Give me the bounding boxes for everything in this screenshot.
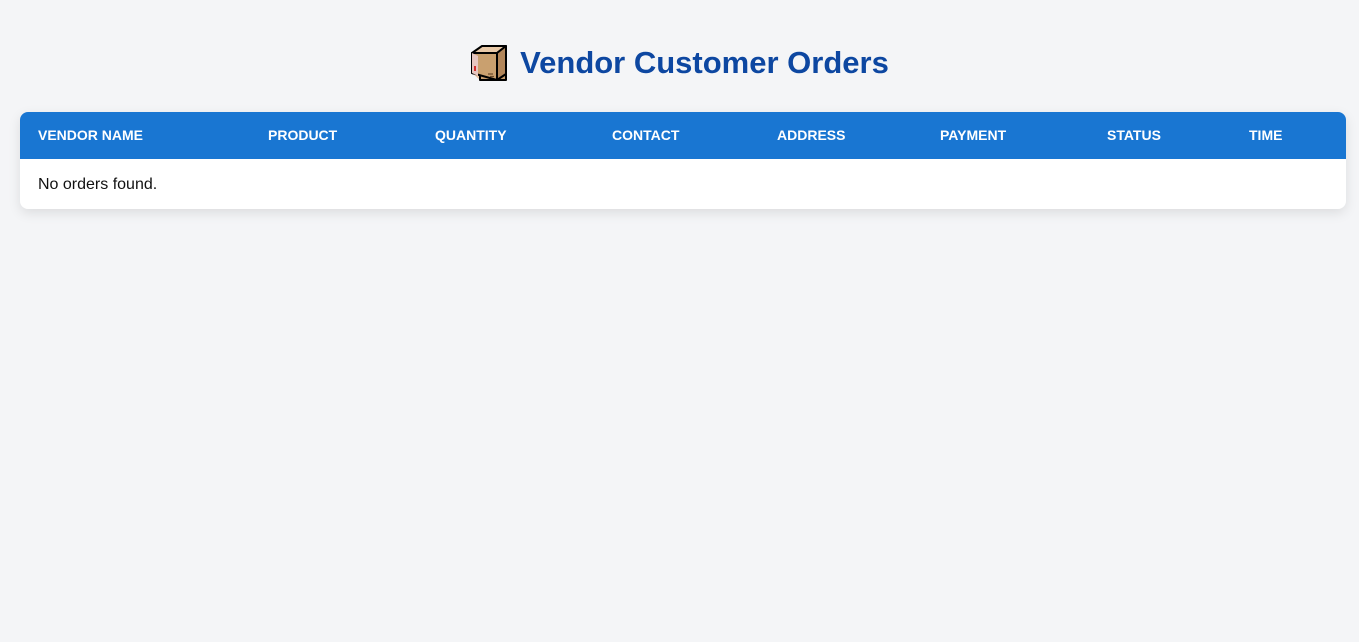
column-header-time: TIME: [1249, 127, 1283, 143]
orders-page: Vendor Customer Orders VENDOR NAME PRODU…: [0, 0, 1359, 642]
column-header-vendor-name: VENDOR NAME: [38, 127, 144, 143]
column-header-product: PRODUCT: [268, 127, 338, 143]
page-header: Vendor Customer Orders: [0, 40, 1359, 86]
page-title: Vendor Customer Orders: [520, 45, 889, 80]
empty-state-message: No orders found.: [38, 176, 158, 193]
column-header-contact: CONTACT: [612, 127, 680, 143]
column-header-address: ADDRESS: [777, 127, 846, 143]
orders-table: VENDOR NAME PRODUCT QUANTITY CONTACT ADD…: [20, 112, 1346, 209]
table-body: No orders found.: [20, 159, 1346, 209]
column-header-payment: PAYMENT: [940, 127, 1007, 143]
column-header-quantity: QUANTITY: [435, 127, 507, 143]
package-box-icon: [470, 44, 508, 82]
table-header-row: VENDOR NAME PRODUCT QUANTITY CONTACT ADD…: [20, 112, 1346, 159]
column-header-status: STATUS: [1107, 127, 1161, 143]
